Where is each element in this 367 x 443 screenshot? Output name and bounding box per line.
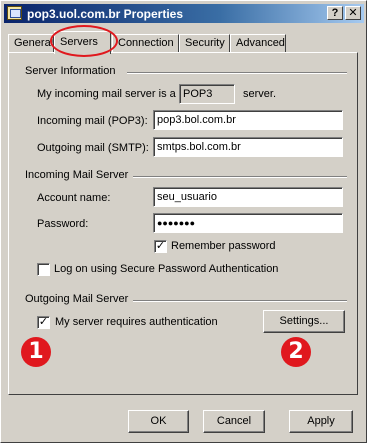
servers-tab-highlight-circle [50, 25, 118, 57]
requires-auth-checkbox[interactable]: ✓ [37, 316, 50, 329]
requires-auth-label: My server requires authentication [55, 316, 218, 328]
tab-label: Security [185, 37, 225, 49]
annotation-badge-1: 1 [21, 337, 51, 367]
group-divider [133, 176, 347, 178]
account-name-input[interactable]: seu_usuario [153, 187, 343, 207]
mail-account-icon [7, 6, 22, 20]
outgoing-mail-label: Outgoing mail (SMTP): [37, 142, 149, 154]
settings-button[interactable]: Settings... [263, 310, 345, 333]
account-name-label: Account name: [37, 192, 111, 204]
password-label: Password: [37, 218, 89, 230]
incoming-server-group-label: Incoming Mail Server [25, 169, 129, 181]
help-button[interactable]: ? [327, 6, 343, 20]
tab-general[interactable]: General [8, 34, 54, 53]
close-button[interactable]: ✕ [345, 6, 361, 20]
server-info-group-label: Server Information [25, 65, 116, 77]
tab-label: Advanced [236, 37, 285, 49]
incoming-type-suffix: server. [243, 88, 277, 100]
group-divider [127, 72, 347, 74]
window-title: pop3.uol.com.br Properties [27, 7, 184, 21]
spa-label: Log on using Secure Password Authenticat… [54, 263, 279, 275]
password-input[interactable]: ●●●●●●● [153, 213, 343, 233]
incoming-mail-label: Incoming mail (POP3): [37, 115, 148, 127]
incoming-type-prefix: My incoming mail server is a [37, 88, 176, 100]
outgoing-server-group-label: Outgoing Mail Server [25, 293, 129, 305]
tab-connection[interactable]: Connection [112, 34, 179, 53]
remember-password-checkbox[interactable]: ✓ [154, 240, 167, 253]
spa-checkbox[interactable] [37, 263, 50, 276]
incoming-mail-input[interactable]: pop3.bol.com.br [153, 110, 343, 130]
tab-label: General [14, 37, 54, 49]
annotation-badge-2: 2 [281, 337, 311, 367]
tab-advanced[interactable]: Advanced [230, 34, 286, 53]
title-bar[interactable]: pop3.uol.com.br Properties ? ✕ [4, 4, 364, 23]
tab-security[interactable]: Security [179, 34, 230, 53]
outgoing-mail-input[interactable]: smtps.bol.com.br [153, 137, 343, 157]
tab-label: Connection [118, 37, 174, 49]
ok-button[interactable]: OK [128, 410, 189, 433]
properties-dialog: pop3.uol.com.br Properties ? ✕ General S… [0, 0, 367, 443]
remember-password-label: Remember password [171, 240, 276, 252]
incoming-server-type-field: POP3 [179, 84, 235, 104]
cancel-button[interactable]: Cancel [203, 410, 265, 433]
group-divider [133, 300, 347, 302]
apply-button[interactable]: Apply [289, 410, 353, 433]
